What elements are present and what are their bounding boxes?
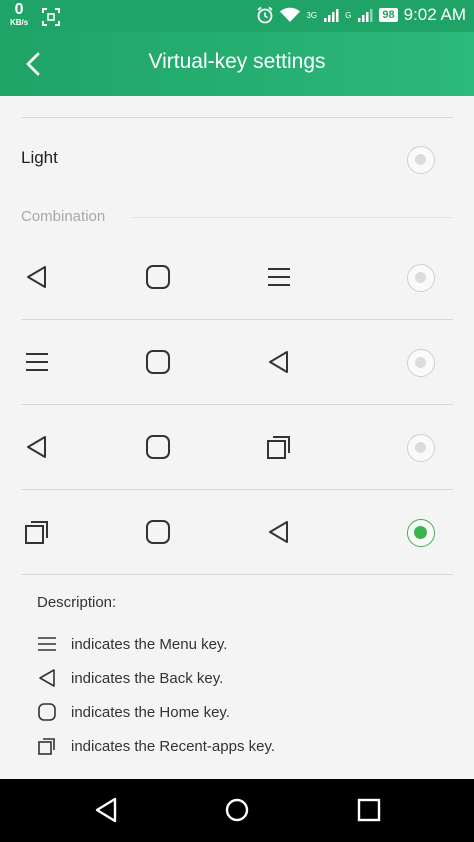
nav-recent-apps-icon[interactable]	[355, 796, 383, 824]
app-bar: Virtual-key settings	[0, 32, 474, 96]
home-icon	[146, 265, 170, 289]
description-text: indicates the Menu key.	[71, 635, 228, 653]
home-icon	[146, 520, 170, 544]
recent-apps-icon	[267, 436, 290, 459]
menu-icon	[268, 268, 290, 286]
menu-icon	[26, 353, 48, 371]
screenshot-icon	[42, 8, 61, 26]
combination-radio-2[interactable]	[407, 349, 435, 377]
home-icon	[146, 435, 170, 459]
description-text: indicates the Recent-apps key.	[71, 737, 276, 755]
combination-radio-1[interactable]	[407, 264, 435, 292]
description-item: indicates the Home key.	[37, 700, 230, 724]
network-type-3g: 3G	[306, 10, 318, 20]
radio-dot	[415, 154, 426, 165]
description-item: indicates the Back key.	[37, 666, 223, 690]
divider	[21, 574, 453, 575]
clock: 9:02 AM	[403, 5, 466, 24]
description-item: indicates the Recent-apps key.	[37, 734, 275, 758]
nav-home-icon[interactable]	[223, 796, 251, 824]
divider	[21, 404, 453, 405]
light-option-label[interactable]: Light	[21, 148, 58, 168]
divider	[21, 117, 453, 118]
back-icon	[27, 436, 46, 458]
back-icon	[269, 351, 288, 373]
recent-apps-icon	[38, 738, 55, 755]
description-text: indicates the Home key.	[71, 703, 230, 721]
combination-radio-4[interactable]	[407, 519, 435, 547]
combination-section-label: Combination	[21, 208, 106, 225]
radio-dot	[415, 272, 426, 283]
network-speed-unit: KB/s	[10, 18, 29, 27]
network-speed: 0 KB/s	[10, 2, 28, 27]
section-divider	[131, 217, 453, 218]
network-speed-value: 0	[14, 1, 24, 18]
menu-icon	[38, 637, 56, 651]
back-icon	[27, 266, 46, 288]
page-title: Virtual-key settings	[148, 50, 326, 73]
network-type-g: G	[345, 10, 352, 20]
battery-level: 98	[379, 7, 398, 23]
radio-dot	[414, 526, 427, 539]
recent-apps-icon	[25, 521, 48, 544]
home-icon	[38, 703, 56, 721]
navigation-bar	[0, 779, 474, 842]
combination-radio-3[interactable]	[407, 434, 435, 462]
description-title: Description:	[37, 594, 117, 611]
description-text: indicates the Back key.	[71, 669, 224, 687]
status-bar: 0 KB/s 3G G 98 9:02 AM	[0, 0, 474, 32]
radio-dot	[415, 357, 426, 368]
alarm-icon	[257, 6, 274, 24]
nav-back-icon[interactable]	[92, 796, 120, 824]
back-icon	[39, 669, 55, 687]
light-option-radio[interactable]	[407, 146, 435, 174]
description-item: indicates the Menu key.	[37, 632, 227, 656]
signal-icon	[358, 9, 373, 22]
home-icon	[146, 350, 170, 374]
divider	[21, 319, 453, 320]
back-icon	[269, 521, 288, 543]
divider	[21, 489, 453, 490]
signal-icon	[324, 9, 339, 22]
wifi-icon	[280, 7, 301, 22]
radio-dot	[415, 442, 426, 453]
